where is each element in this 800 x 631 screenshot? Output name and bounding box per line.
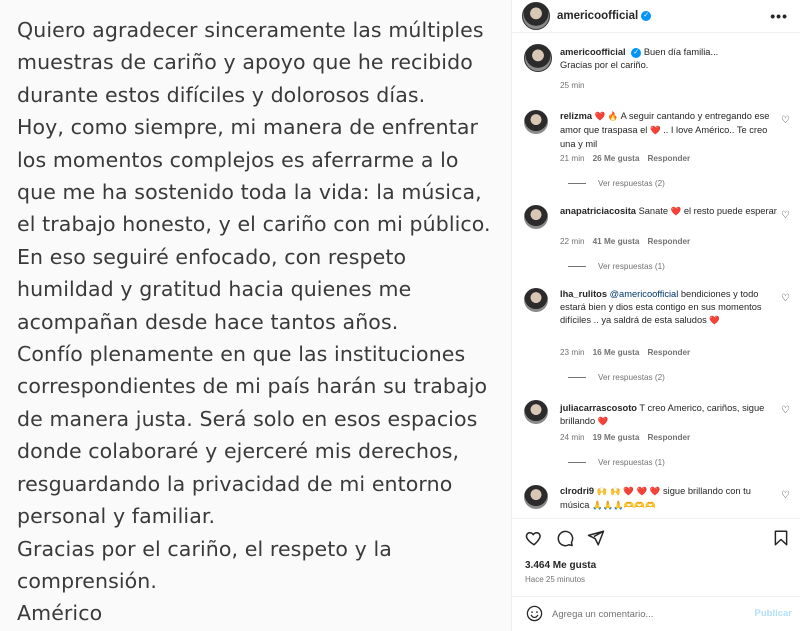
heart-emoji: ❤️ [597, 417, 609, 428]
comments-panel: americoofficial ✓ ••• americoofficial ✓ … [512, 0, 800, 631]
like-comment-icon[interactable]: ♡ [781, 405, 790, 416]
post-text-line: Quiero agradecer sinceramente las múltip… [17, 18, 484, 42]
comment-username[interactable]: lha_rulitos [560, 289, 607, 299]
post-text-line: Américo [17, 601, 103, 626]
verified-badge-icon: ✓ [641, 11, 652, 21]
comments-list[interactable]: americoofficial ✓ Buen día familia... Gr… [512, 34, 800, 514]
comment-username[interactable]: relizma [560, 111, 592, 121]
heart-emoji: ❤️ [670, 207, 682, 217]
like-comment-icon[interactable]: ♡ [781, 293, 790, 304]
verified-badge-icon: ✓ [631, 48, 642, 58]
caption-text-2: Gracias por el cariño. [560, 60, 649, 71]
save-bookmark-icon[interactable] [772, 529, 790, 547]
view-replies-link[interactable]: Ver respuestas (2) [568, 179, 665, 188]
commenter-avatar[interactable] [524, 110, 548, 134]
post-text-line: humildad y gratitud hacia quienes me [17, 277, 412, 302]
commenter-avatar[interactable] [524, 288, 548, 312]
comment-text: Sanate [638, 206, 669, 216]
comment-input[interactable] [552, 605, 732, 623]
emoji-picker-icon[interactable] [526, 605, 543, 622]
post-text-line: acompañan desde hace tantos años. [17, 309, 399, 334]
post-text-line: resguardando la privacidad de mi entorno [17, 471, 453, 496]
post-text-line: correspondientes de mi país harán su tra… [17, 374, 488, 399]
post-text-line: el trabajo honesto, y el cariño con mi p… [17, 212, 491, 237]
commenter-avatar[interactable] [524, 400, 548, 424]
comment-composer: Publicar [512, 596, 800, 631]
post-text-line: que me ha sostenido toda la vida: la mús… [17, 180, 482, 205]
comment-icon[interactable] [556, 529, 574, 547]
like-comment-icon[interactable]: ♡ [781, 115, 790, 126]
post-text-line: durante estos difíciles y dolorosos días… [17, 82, 426, 107]
comment-username[interactable]: clrodri9 [560, 486, 594, 496]
post-text-line: Hoy, como siempre, mi manera de enfrenta… [17, 115, 479, 140]
comment-username[interactable]: juliacarrascosoto [560, 403, 637, 413]
post-header: americoofficial ✓ ••• [512, 0, 800, 33]
share-icon[interactable] [587, 529, 605, 547]
caption-text: Buen día familia... [643, 47, 719, 57]
comment-text-2: el resto puede esperar [683, 206, 777, 216]
post-image: Quiero agradecer sinceramente las múltip… [0, 0, 512, 631]
post-text-line: de manera justa. Será solo en esos espac… [17, 406, 478, 431]
like-count[interactable]: 3.464 Me gusta [525, 560, 596, 571]
caption-username[interactable]: americoofficial [560, 47, 626, 57]
heart-emoji: ❤️ [709, 316, 720, 327]
post-image-text: Quiero agradecer sinceramente las múltip… [17, 14, 505, 630]
like-comment-icon[interactable]: ♡ [781, 490, 790, 501]
post-text-line: personal y familiar. [17, 504, 216, 529]
comment-meta: 22 min 41 Me gusta Responder [560, 237, 691, 246]
heart-fire-emoji: ❤️ 🔥 [594, 112, 619, 122]
praying-heart-hands-emoji: 🙏🙏🙏🫶🫶🫶 [592, 501, 656, 512]
author-avatar[interactable] [522, 2, 550, 30]
raised-hands-heart-emoji: 🙌 🙌 ❤️ ❤️ ❤️ [596, 487, 661, 497]
mention-link[interactable]: @americoofficial [610, 289, 679, 299]
post-text-line: Gracias por el cariño, el respeto y la [17, 536, 392, 561]
caption-time: 25 min [560, 81, 585, 90]
comment-meta: 21 min 26 Me gusta Responder [560, 154, 691, 163]
like-heart-icon[interactable] [525, 529, 543, 547]
comment-meta: 24 min 19 Me gusta Responder [560, 433, 691, 442]
post-text-line: donde colaboraré y ejerceré mis derechos… [17, 439, 460, 464]
comment-meta: 23 min 16 Me gusta Responder [560, 348, 691, 357]
post-text-line: En eso seguiré enfocado, con respeto [17, 244, 407, 269]
more-options-icon[interactable]: ••• [770, 8, 788, 24]
view-replies-link[interactable]: Ver respuestas (2) [568, 373, 665, 382]
post-text-line: comprensión. [17, 568, 158, 593]
like-comment-icon[interactable]: ♡ [781, 210, 790, 221]
comment-username[interactable]: anapatriciacosita [560, 206, 636, 216]
post-timestamp: Hace 25 minutos [525, 575, 586, 584]
post-text-line: los momentos complejos es aferrarme a lo [17, 147, 459, 172]
author-username[interactable]: americoofficial [557, 10, 638, 22]
author-avatar[interactable] [524, 44, 552, 72]
view-replies-link[interactable]: Ver respuestas (1) [568, 458, 665, 467]
commenter-avatar[interactable] [524, 485, 548, 509]
heart-emoji: ❤️ [649, 126, 661, 137]
commenter-avatar[interactable] [524, 205, 548, 229]
view-replies-link[interactable]: Ver respuestas (1) [568, 262, 665, 271]
publish-button[interactable]: Publicar [755, 608, 793, 619]
post-text-line: muestras de cariño y apoyo que he recibi… [17, 50, 473, 75]
post-text-line: Confío plenamente en que las institucion… [17, 342, 466, 367]
post-actions: 3.464 Me gusta Hace 25 minutos [512, 518, 800, 593]
